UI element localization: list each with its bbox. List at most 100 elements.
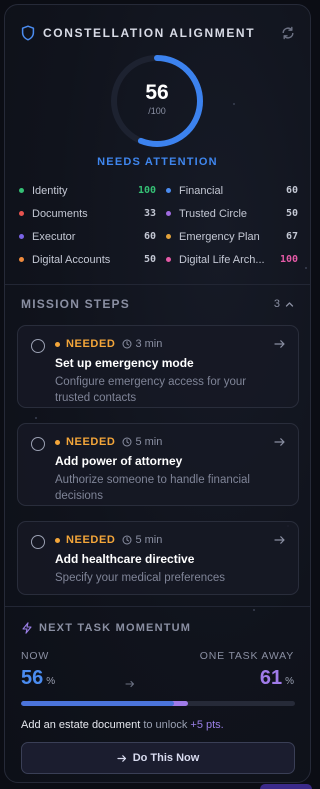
alignment-panel: CONSTELLATION ALIGNMENT 56 /100 NEEDS AT…: [4, 4, 311, 783]
panel-header: CONSTELLATION ALIGNMENT: [21, 23, 296, 43]
score-gauge: 56 /100: [109, 53, 205, 149]
mission-step-card[interactable]: NEEDED 5 min Add healthcare directive Speci…: [17, 521, 299, 595]
category-score: 33: [143, 208, 156, 219]
now-number: 56: [21, 667, 44, 689]
category-item[interactable]: Trusted Circle 50: [166, 206, 298, 221]
momentum-label: NEXT TASK MOMENTUM: [39, 622, 192, 634]
category-score: 60: [143, 231, 156, 242]
category-name: Trusted Circle: [179, 207, 248, 220]
step-title: Set up emergency mode: [55, 356, 194, 370]
category-name: Documents: [32, 207, 88, 220]
category-score: 50: [285, 208, 298, 219]
category-name: Executor: [32, 230, 76, 243]
step-meta: NEEDED 3 min: [55, 338, 162, 350]
unlock-hint: Add an estate document to unlock +5 pts.: [21, 719, 224, 731]
category-name: Financial: [179, 184, 224, 197]
status-badge: NEEDED: [66, 338, 116, 350]
category-dot: [19, 188, 24, 193]
category-item[interactable]: Executor 60: [19, 229, 166, 244]
mission-steps-label: MISSION STEPS: [21, 297, 130, 311]
category-name: Identity: [32, 184, 68, 197]
step-meta: NEEDED 5 min: [55, 534, 162, 546]
category-score: 50: [143, 254, 156, 265]
star-decoration: [305, 267, 307, 269]
mission-step-card[interactable]: NEEDED 5 min Add power of attorney Authoriz…: [17, 423, 299, 506]
score-value: 56: [145, 81, 169, 104]
status-dot: [55, 537, 60, 543]
percent-sign: %: [285, 676, 294, 687]
clock-icon: [122, 339, 132, 349]
arrow-right-icon[interactable]: [274, 437, 286, 447]
category-item[interactable]: Identity 100: [19, 183, 166, 198]
category-score: 67: [285, 231, 298, 242]
refresh-icon[interactable]: [280, 25, 296, 41]
next-card-peek: [260, 784, 312, 789]
step-time: 3 min: [135, 338, 163, 350]
score-status: NEEDS ATTENTION: [97, 156, 218, 168]
arrow-right-icon: [117, 754, 126, 762]
category-list: Identity 100 Financial 60 Documents 33 Trusted…: [19, 183, 298, 267]
clock-icon: [122, 437, 132, 447]
category-item[interactable]: Digital Life Arch... 100: [166, 252, 298, 267]
step-meta: NEEDED 5 min: [55, 436, 162, 448]
lightning-icon: [22, 622, 32, 634]
now-label: NOW: [21, 650, 50, 662]
unlock-action: Add an estate document: [21, 719, 141, 731]
status-badge: NEEDED: [66, 436, 116, 448]
category-dot: [19, 234, 24, 239]
panel-title: CONSTELLATION ALIGNMENT: [43, 26, 256, 40]
category-item[interactable]: Digital Accounts 50: [19, 252, 166, 267]
momentum-progress-bar: [21, 701, 295, 706]
step-time: 5 min: [135, 436, 163, 448]
do-this-now-button[interactable]: Do This Now: [21, 742, 295, 774]
divider: [5, 606, 310, 607]
status-badge: NEEDED: [66, 534, 116, 546]
one-task-away-value: 61%: [260, 667, 294, 690]
category-item[interactable]: Emergency Plan 67: [166, 229, 298, 244]
arrow-right-icon[interactable]: [274, 535, 286, 545]
divider: [5, 284, 310, 285]
category-name: Digital Accounts: [32, 253, 111, 266]
progress-now-fill: [21, 701, 175, 706]
step-checkbox[interactable]: [31, 535, 45, 549]
category-score: 100: [137, 185, 156, 196]
step-time: 5 min: [135, 534, 163, 546]
unlock-points: +5 pts.: [190, 719, 224, 731]
step-title: Add power of attorney: [55, 454, 183, 468]
category-dot: [166, 257, 171, 262]
score-out-of: /100: [148, 106, 166, 116]
category-name: Digital Life Arch...: [179, 253, 265, 266]
step-description: Authorize someone to handle financial de…: [55, 474, 250, 502]
mission-steps-header[interactable]: MISSION STEPS 3: [21, 297, 294, 311]
category-dot: [19, 257, 24, 262]
now-value: 56%: [21, 667, 55, 690]
status-dot: [55, 439, 60, 445]
category-dot: [166, 234, 171, 239]
momentum-header: NEXT TASK MOMENTUM: [21, 622, 191, 634]
category-dot: [166, 188, 171, 193]
category-score: 100: [279, 254, 298, 265]
do-this-now-label: Do This Now: [132, 752, 200, 764]
arrow-right-icon: [125, 680, 135, 688]
mission-steps-count: 3: [273, 298, 280, 310]
star-decoration: [35, 417, 37, 419]
status-dot: [55, 341, 60, 347]
star-decoration: [253, 609, 255, 611]
step-title: Add healthcare directive: [55, 552, 195, 566]
unlock-mid: to unlock: [143, 719, 188, 731]
step-description: Specify your medical preferences: [55, 572, 226, 584]
percent-sign: %: [46, 676, 56, 687]
step-checkbox[interactable]: [31, 339, 45, 353]
mission-step-card[interactable]: NEEDED 3 min Set up emergency mode Configur…: [17, 325, 299, 408]
category-name: Emergency Plan: [179, 230, 260, 243]
one-task-away-label: ONE TASK AWAY: [199, 650, 294, 662]
category-dot: [19, 211, 24, 216]
clock-icon: [122, 535, 132, 545]
category-dot: [166, 211, 171, 216]
category-item[interactable]: Financial 60: [166, 183, 298, 198]
arrow-right-icon[interactable]: [274, 339, 286, 349]
step-checkbox[interactable]: [31, 437, 45, 451]
away-number: 61: [259, 667, 283, 689]
category-item[interactable]: Documents 33: [19, 206, 166, 221]
chevron-up-icon[interactable]: [285, 300, 294, 309]
